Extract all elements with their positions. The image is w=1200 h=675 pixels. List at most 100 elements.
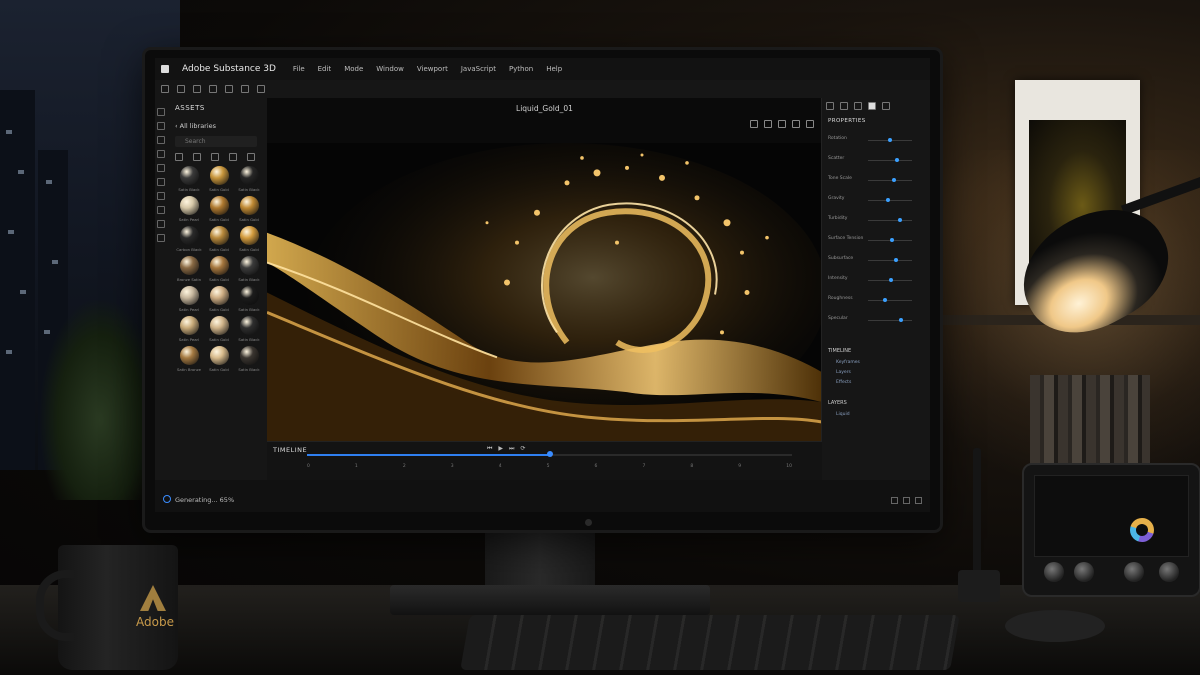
material-swatch[interactable]: Satin Gold xyxy=(205,196,233,222)
menu-file[interactable]: File xyxy=(293,65,305,73)
property-row[interactable]: Roughness xyxy=(828,296,924,304)
menu-mode[interactable]: Mode xyxy=(344,65,363,73)
home-icon[interactable] xyxy=(161,85,169,93)
timeline-scrubber[interactable] xyxy=(307,451,792,457)
light-tool-icon[interactable] xyxy=(157,178,165,186)
material-swatch[interactable]: Satin Pearl xyxy=(175,196,203,222)
material-swatch[interactable]: Carbon Black xyxy=(175,226,203,252)
material-swatch[interactable]: Satin Pearl xyxy=(175,316,203,342)
undo-icon[interactable] xyxy=(177,85,185,93)
settings-icon[interactable] xyxy=(209,85,217,93)
panel-menu-icon[interactable] xyxy=(882,102,890,110)
slider-handle[interactable] xyxy=(883,298,888,302)
property-row[interactable]: Surface Tension xyxy=(828,236,924,244)
camera-icon[interactable] xyxy=(750,120,758,128)
next-frame-icon[interactable]: ⏭ xyxy=(509,445,514,453)
environment-tab-icon[interactable] xyxy=(854,102,862,110)
slider-handle[interactable] xyxy=(893,258,898,262)
notification-icon[interactable] xyxy=(891,497,898,504)
material-swatch[interactable]: Satin Black xyxy=(175,166,203,192)
slider-handle[interactable] xyxy=(885,198,890,202)
filter-all-icon[interactable] xyxy=(175,153,183,161)
render-icon[interactable] xyxy=(241,85,249,93)
viewport[interactable]: Liquid_Gold_01 xyxy=(267,98,822,442)
slider-handle[interactable] xyxy=(890,238,894,242)
timeline-item[interactable]: Keyframes xyxy=(836,360,860,365)
material-swatch[interactable]: Satin Gold xyxy=(205,286,233,312)
property-slider[interactable] xyxy=(868,160,912,161)
prev-frame-icon[interactable]: ⏮ xyxy=(487,445,492,453)
property-row[interactable]: Intensity xyxy=(828,276,924,284)
grid-icon[interactable] xyxy=(764,120,772,128)
timeline-item[interactable]: Layers xyxy=(836,370,851,375)
move-tool-icon[interactable] xyxy=(157,122,165,130)
search-icon[interactable] xyxy=(257,85,265,93)
rotate-tool-icon[interactable] xyxy=(157,136,165,144)
material-swatch[interactable]: Satin Black xyxy=(235,286,263,312)
layer-item[interactable]: Liquid xyxy=(836,412,850,417)
property-row[interactable]: Scatter xyxy=(828,156,924,164)
property-row[interactable]: Subsurface xyxy=(828,256,924,264)
material-swatch[interactable]: Satin Gold xyxy=(205,346,233,372)
property-row[interactable]: Specular xyxy=(828,316,924,324)
cloud-icon[interactable] xyxy=(903,497,910,504)
view-icon[interactable] xyxy=(225,85,233,93)
properties-tab-icon[interactable] xyxy=(826,102,834,110)
brush-tool-icon[interactable] xyxy=(157,192,165,200)
asset-search-input[interactable]: Search xyxy=(175,136,257,147)
slider-handle[interactable] xyxy=(898,318,903,322)
property-slider[interactable] xyxy=(868,320,912,321)
scale-tool-icon[interactable] xyxy=(157,150,165,158)
slider-handle[interactable] xyxy=(887,138,892,142)
fullscreen-icon[interactable] xyxy=(806,120,814,128)
menu-javascript[interactable]: JavaScript xyxy=(461,65,496,73)
material-swatch[interactable]: Satin Gold xyxy=(205,226,233,252)
property-slider[interactable] xyxy=(868,200,912,201)
filter-images-icon[interactable] xyxy=(247,153,255,161)
property-row[interactable]: Rotation xyxy=(828,136,924,144)
slider-handle[interactable] xyxy=(892,178,897,182)
menu-window[interactable]: Window xyxy=(376,65,404,73)
material-swatch[interactable]: Satin Gold xyxy=(205,316,233,342)
playhead[interactable] xyxy=(546,451,553,457)
menu-viewport[interactable]: Viewport xyxy=(417,65,448,73)
redo-icon[interactable] xyxy=(193,85,201,93)
property-row[interactable]: Turbidity xyxy=(828,216,924,224)
material-swatch[interactable]: Satin Gold xyxy=(235,196,263,222)
material-swatch[interactable]: Satin Gold xyxy=(235,226,263,252)
layers-tab-icon[interactable] xyxy=(840,102,848,110)
property-slider[interactable] xyxy=(868,300,912,301)
material-swatch[interactable]: Satin Pearl xyxy=(175,286,203,312)
select-tool-icon[interactable] xyxy=(157,108,165,116)
settings-status-icon[interactable] xyxy=(915,497,922,504)
material-swatch[interactable]: Satin Gold xyxy=(205,256,233,282)
material-swatch[interactable]: Satin Black xyxy=(235,166,263,192)
material-swatch[interactable]: Satin Gold xyxy=(205,166,233,192)
filter-models-icon[interactable] xyxy=(211,153,219,161)
property-row[interactable]: Gravity xyxy=(828,196,924,204)
filter-lights-icon[interactable] xyxy=(229,153,237,161)
property-slider[interactable] xyxy=(868,220,912,221)
loop-icon[interactable]: ⟳ xyxy=(520,445,525,453)
material-tool-icon[interactable] xyxy=(157,220,165,228)
play-icon[interactable]: ▶ xyxy=(498,445,503,453)
render-mode-icon[interactable] xyxy=(792,120,800,128)
layers-tool-icon[interactable] xyxy=(157,206,165,214)
menu-edit[interactable]: Edit xyxy=(318,65,332,73)
library-selector[interactable]: ‹ All libraries xyxy=(175,122,257,132)
filter-materials-icon[interactable] xyxy=(193,153,201,161)
property-row[interactable]: Tone Scale xyxy=(828,176,924,184)
export-tool-icon[interactable] xyxy=(157,234,165,242)
menu-python[interactable]: Python xyxy=(509,65,533,73)
material-swatch[interactable]: Satin Bronze xyxy=(175,346,203,372)
slider-handle[interactable] xyxy=(889,278,894,282)
material-swatch[interactable]: Satin Black xyxy=(235,316,263,342)
slider-handle[interactable] xyxy=(897,218,902,222)
slider-handle[interactable] xyxy=(895,158,900,162)
active-tab-icon[interactable] xyxy=(868,102,876,110)
camera-tool-icon[interactable] xyxy=(157,164,165,172)
menu-help[interactable]: Help xyxy=(546,65,562,73)
light-icon[interactable] xyxy=(778,120,786,128)
property-slider[interactable] xyxy=(868,260,912,261)
material-swatch[interactable]: Satin Black xyxy=(235,346,263,372)
